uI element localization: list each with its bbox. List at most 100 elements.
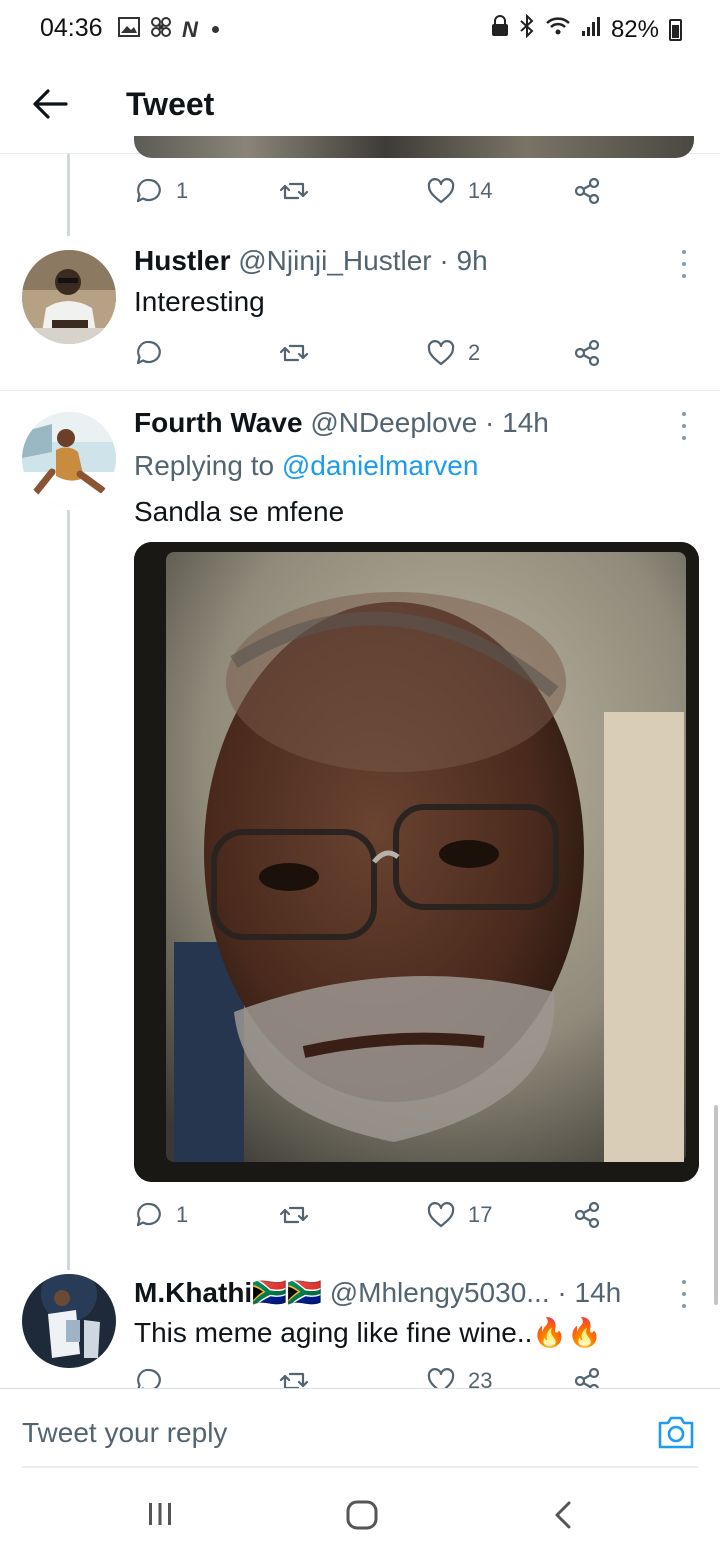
like-button[interactable]: 14	[426, 176, 492, 206]
share-button[interactable]	[572, 1366, 602, 1388]
wifi-icon	[545, 15, 571, 44]
like-count: 2	[468, 340, 481, 365]
system-icons: 82%	[491, 13, 682, 45]
avatar[interactable]	[22, 1274, 116, 1368]
reply-input[interactable]: Tweet your reply	[22, 1417, 227, 1449]
like-icon	[427, 1202, 455, 1228]
user-handle[interactable]: @Njinji_Hustler	[238, 245, 431, 276]
tweet-time: · 14h	[485, 407, 549, 438]
retweet-button[interactable]	[279, 1200, 309, 1230]
more-icon	[682, 250, 686, 254]
recents-button[interactable]	[146, 1500, 174, 1533]
tweet-text: Sandla se mfene	[134, 496, 345, 527]
like-count: 17	[468, 1202, 493, 1227]
tweet-actions: 1 14	[134, 176, 614, 216]
back-button[interactable]	[30, 82, 70, 126]
battery-icon	[669, 18, 682, 41]
like-icon	[427, 1368, 455, 1388]
replying-prefix: Replying to	[134, 450, 275, 481]
display-name[interactable]: M.Khathi🇿🇦🇿🇦	[134, 1277, 322, 1308]
reply-button[interactable]	[134, 338, 164, 368]
share-button[interactable]	[572, 176, 602, 206]
like-button[interactable]: 23	[426, 1366, 492, 1388]
reply-icon	[136, 340, 161, 365]
retweet-icon	[279, 182, 309, 200]
signal-icon	[581, 15, 601, 44]
gallery-icon	[118, 17, 140, 42]
reply-count: 1	[176, 1202, 189, 1227]
thread-line	[67, 154, 70, 236]
reply-composer: Tweet your reply	[0, 1388, 720, 1468]
lock-icon	[491, 15, 509, 44]
notification-icons: N	[118, 16, 219, 43]
retweet-button[interactable]	[279, 338, 309, 368]
retweet-icon	[279, 344, 309, 362]
system-nav-bar	[0, 1470, 720, 1560]
avatar[interactable]	[22, 412, 116, 506]
home-button[interactable]	[346, 1500, 378, 1535]
retweet-button[interactable]	[279, 176, 309, 206]
share-button[interactable]	[572, 1200, 602, 1230]
display-name[interactable]: Hustler	[134, 245, 230, 276]
reply-count: 1	[176, 178, 189, 203]
photo-image	[134, 542, 699, 1182]
tweet-header: Hustler @Njinji_Hustler · 9h	[134, 245, 488, 277]
page-title: Tweet	[126, 86, 215, 122]
tweet-time: · 9h	[439, 245, 488, 276]
battery-percent: 82%	[610, 15, 659, 43]
tweet-divider	[0, 390, 720, 391]
reply-icon	[137, 1368, 161, 1388]
reply-button[interactable]	[134, 1366, 164, 1388]
avatar[interactable]	[22, 250, 116, 344]
back-nav-icon	[555, 1501, 571, 1529]
mention-link[interactable]: @danielmarven	[282, 450, 479, 481]
tweet-header: M.Khathi🇿🇦🇿🇦 @Mhlengy5030... · 14h	[134, 1276, 621, 1309]
tweet-photo[interactable]	[134, 542, 699, 1182]
user-handle[interactable]: @Mhlengy5030...	[330, 1277, 550, 1308]
tweet-text: Interesting	[134, 286, 265, 317]
n-app-icon: N	[182, 16, 198, 42]
thread-line	[67, 510, 70, 1270]
back-arrow-icon	[33, 89, 68, 119]
fan-icon	[150, 16, 172, 43]
share-icon	[574, 1367, 600, 1388]
more-icon	[682, 1280, 686, 1284]
share-icon	[574, 339, 600, 367]
like-icon	[427, 340, 455, 366]
reply-icon	[136, 1202, 161, 1227]
share-icon	[574, 177, 600, 205]
retweet-icon	[279, 1206, 309, 1224]
back-nav-button[interactable]	[552, 1500, 574, 1535]
like-count: 14	[468, 178, 493, 203]
retweet-button[interactable]	[279, 1366, 309, 1388]
tweet-text: This meme aging like fine wine..🔥🔥	[134, 1317, 603, 1348]
more-button[interactable]	[676, 412, 692, 440]
avatar-image	[22, 1274, 116, 1368]
share-button[interactable]	[572, 338, 602, 368]
more-icon	[682, 412, 686, 416]
reply-underline	[22, 1466, 698, 1468]
share-icon	[574, 1201, 600, 1229]
reply-button[interactable]: 1	[134, 176, 188, 206]
camera-button[interactable]	[656, 1413, 696, 1451]
like-button[interactable]: 17	[426, 1200, 492, 1230]
avatar-image	[22, 412, 116, 506]
bluetooth-icon	[519, 13, 535, 45]
tweet-actions: 1 17	[134, 1200, 614, 1240]
display-name[interactable]: Fourth Wave	[134, 407, 303, 438]
tweet-actions: 23	[134, 1366, 614, 1388]
tweet-header: Fourth Wave @NDeeplove · 14h	[134, 407, 549, 439]
like-count: 23	[468, 1368, 493, 1388]
reply-icon	[136, 178, 161, 203]
avatar-image	[22, 250, 116, 344]
notification-dot-icon	[211, 26, 219, 33]
previous-tweet-media[interactable]	[134, 136, 694, 158]
status-time: 04:36	[40, 14, 103, 42]
reply-button[interactable]: 1	[134, 1200, 188, 1230]
user-handle[interactable]: @NDeeplove	[310, 407, 477, 438]
scrollbar[interactable]	[714, 1105, 718, 1305]
like-button[interactable]: 2	[426, 338, 480, 368]
more-button[interactable]	[676, 1280, 692, 1308]
retweet-icon	[279, 1372, 309, 1388]
more-button[interactable]	[676, 250, 692, 278]
